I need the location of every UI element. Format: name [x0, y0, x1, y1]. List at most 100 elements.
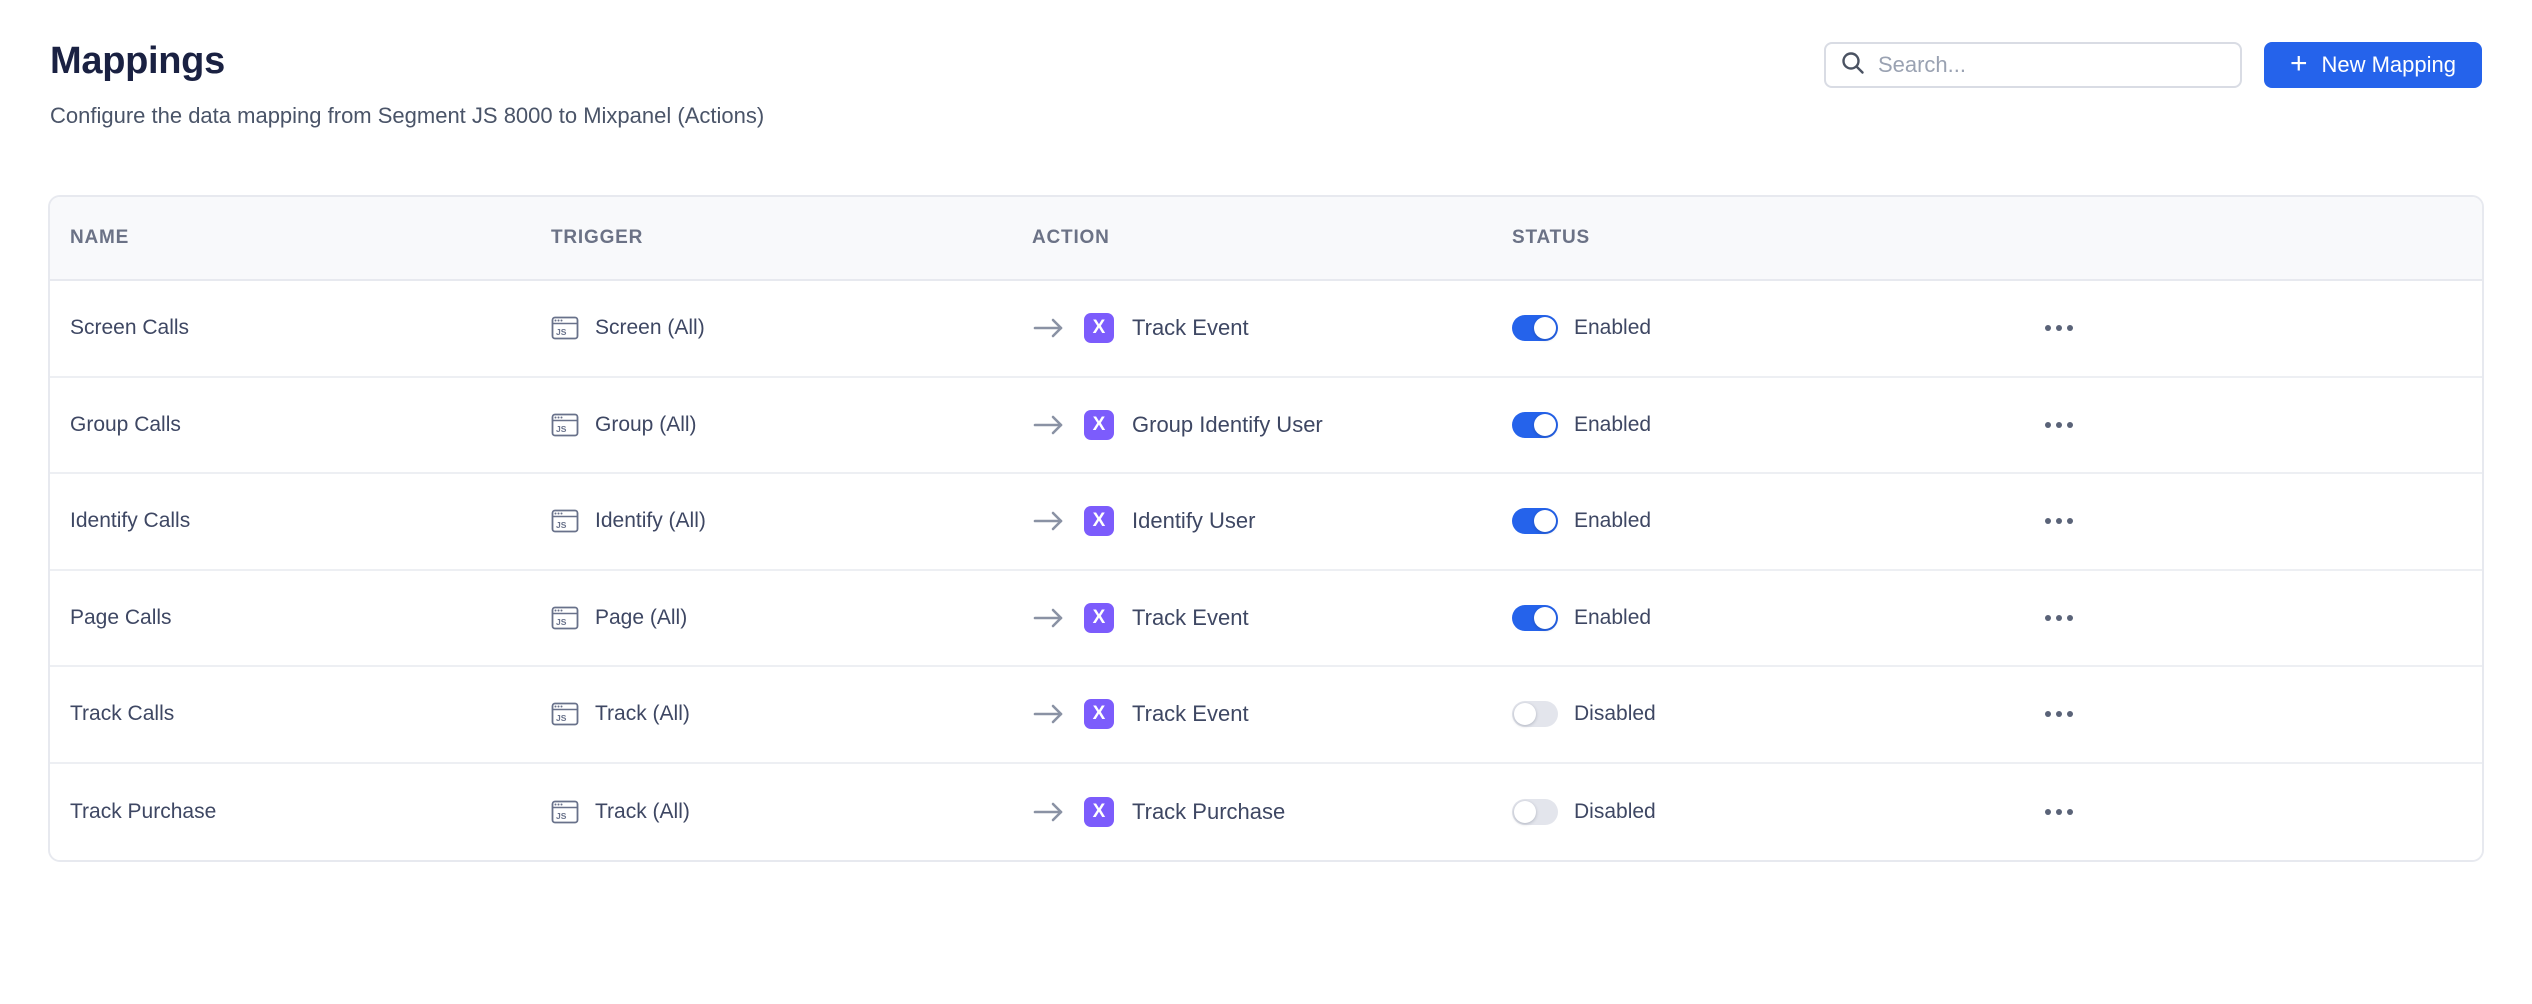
search-input[interactable]: [1878, 52, 2226, 78]
arrow-right-icon: [1032, 509, 1066, 533]
status-label: Enabled: [1574, 509, 1651, 533]
more-options-button[interactable]: [2039, 319, 2079, 337]
status-toggle[interactable]: [1512, 605, 1558, 631]
mixpanel-icon: X: [1084, 603, 1114, 633]
toggle-knob: [1534, 317, 1556, 339]
table-row: Screen Calls JS Screen (All): [50, 281, 2482, 378]
mapping-name: Screen Calls: [70, 316, 189, 340]
mixpanel-icon: X: [1084, 797, 1114, 827]
arrow-right-icon: [1032, 606, 1066, 630]
table-row: Track Calls JS Track (All): [50, 667, 2482, 764]
more-icon: [2045, 711, 2051, 717]
js-source-icon: JS: [551, 314, 579, 342]
more-icon: [2045, 325, 2051, 331]
status-label: Enabled: [1574, 606, 1651, 630]
trigger-label: Track (All): [595, 702, 690, 726]
table-row: Identify Calls JS Identify (All): [50, 474, 2482, 571]
more-icon: [2045, 809, 2051, 815]
more-options-button[interactable]: [2039, 609, 2079, 627]
trigger-label: Page (All): [595, 606, 687, 630]
more-options-button[interactable]: [2039, 705, 2079, 723]
more-icon: [2045, 615, 2051, 621]
new-mapping-button[interactable]: + New Mapping: [2264, 42, 2482, 88]
status-toggle[interactable]: [1512, 315, 1558, 341]
arrow-right-icon: [1032, 413, 1066, 437]
svg-text:JS: JS: [556, 713, 567, 723]
more-icon: [2045, 422, 2051, 428]
mixpanel-glyph: X: [1093, 414, 1106, 436]
column-header-action: ACTION: [1032, 227, 1512, 249]
svg-text:JS: JS: [556, 617, 567, 627]
search-icon: [1840, 50, 1866, 81]
js-source-icon: JS: [551, 700, 579, 728]
arrow-right-icon: [1032, 316, 1066, 340]
toggle-knob: [1534, 510, 1556, 532]
search-box[interactable]: [1824, 42, 2242, 88]
status-toggle[interactable]: [1512, 508, 1558, 534]
toggle-knob: [1514, 801, 1536, 823]
mixpanel-glyph: X: [1093, 703, 1106, 725]
action-label: Identify User: [1132, 508, 1256, 534]
arrow-right-icon: [1032, 702, 1066, 726]
mixpanel-icon: X: [1084, 699, 1114, 729]
mixpanel-icon: X: [1084, 506, 1114, 536]
more-options-button[interactable]: [2039, 803, 2079, 821]
mapping-name: Track Purchase: [70, 800, 216, 824]
toggle-knob: [1514, 703, 1536, 725]
action-label: Group Identify User: [1132, 412, 1323, 438]
svg-text:JS: JS: [556, 811, 567, 821]
status-toggle[interactable]: [1512, 701, 1558, 727]
toggle-knob: [1534, 414, 1556, 436]
mixpanel-icon: X: [1084, 410, 1114, 440]
trigger-label: Screen (All): [595, 316, 705, 340]
mixpanel-glyph: X: [1093, 607, 1106, 629]
column-header-trigger: TRIGGER: [551, 227, 1032, 249]
status-label: Disabled: [1574, 702, 1656, 726]
table-header: NAME TRIGGER ACTION STATUS: [50, 197, 2482, 281]
status-label: Enabled: [1574, 413, 1651, 437]
plus-icon: +: [2290, 49, 2308, 79]
svg-text:JS: JS: [556, 327, 567, 337]
more-options-button[interactable]: [2039, 416, 2079, 434]
table-row: Group Calls JS Group (All): [50, 378, 2482, 475]
trigger-label: Track (All): [595, 800, 690, 824]
js-source-icon: JS: [551, 604, 579, 632]
mixpanel-icon: X: [1084, 313, 1114, 343]
column-header-name: NAME: [70, 227, 551, 249]
mapping-name: Page Calls: [70, 606, 172, 630]
more-options-button[interactable]: [2039, 512, 2079, 530]
status-label: Enabled: [1574, 316, 1651, 340]
mapping-name: Group Calls: [70, 413, 181, 437]
trigger-label: Group (All): [595, 413, 697, 437]
action-label: Track Purchase: [1132, 799, 1285, 825]
mappings-page: Mappings Configure the data mapping from…: [0, 0, 2532, 1004]
new-mapping-label: New Mapping: [2321, 52, 2456, 78]
js-source-icon: JS: [551, 411, 579, 439]
js-source-icon: JS: [551, 798, 579, 826]
page-header: Mappings Configure the data mapping from…: [48, 40, 2484, 129]
mapping-name: Identify Calls: [70, 509, 190, 533]
table-body: Screen Calls JS Screen (All): [50, 281, 2482, 860]
page-subtitle: Configure the data mapping from Segment …: [48, 103, 2484, 129]
mixpanel-glyph: X: [1093, 317, 1106, 339]
arrow-right-icon: [1032, 800, 1066, 824]
column-header-status: STATUS: [1512, 227, 2039, 249]
mixpanel-glyph: X: [1093, 510, 1106, 532]
action-label: Track Event: [1132, 701, 1249, 727]
toolbar: + New Mapping: [1824, 42, 2482, 88]
status-toggle[interactable]: [1512, 412, 1558, 438]
mixpanel-glyph: X: [1093, 801, 1106, 823]
status-label: Disabled: [1574, 800, 1656, 824]
mappings-table: NAME TRIGGER ACTION STATUS Screen Calls …: [48, 195, 2484, 862]
js-source-icon: JS: [551, 507, 579, 535]
more-icon: [2045, 518, 2051, 524]
trigger-label: Identify (All): [595, 509, 706, 533]
mapping-name: Track Calls: [70, 702, 174, 726]
action-label: Track Event: [1132, 315, 1249, 341]
svg-text:JS: JS: [556, 520, 567, 530]
action-label: Track Event: [1132, 605, 1249, 631]
table-row: Track Purchase JS Track (All): [50, 764, 2482, 861]
status-toggle[interactable]: [1512, 799, 1558, 825]
svg-text:JS: JS: [556, 424, 567, 434]
toggle-knob: [1534, 607, 1556, 629]
